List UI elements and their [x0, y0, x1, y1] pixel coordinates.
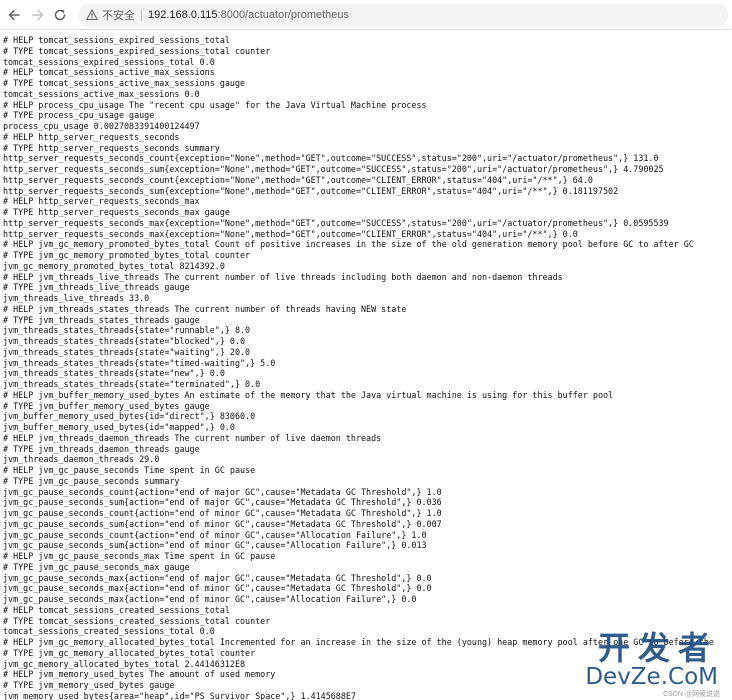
metric-line: # TYPE jvm_threads_daemon_threads gauge [3, 443, 200, 454]
metric-line: jvm_gc_pause_seconds_count{action="end o… [3, 486, 442, 497]
metric-line: # HELP tomcat_sessions_created_sessions_… [3, 604, 230, 615]
metric-line: jvm_gc_pause_seconds_max{action="end of … [3, 594, 417, 604]
metric-line: # TYPE tomcat_sessions_created_sessions_… [3, 615, 271, 626]
metric-line: # HELP http_server_requests_seconds_max [3, 196, 200, 207]
metric-line: # HELP process_cpu_usage The "recent cpu… [3, 99, 427, 110]
metric-line: jvm_threads_states_threads{state="blocke… [3, 336, 246, 346]
metric-line: jvm_threads_states_threads{state="waitin… [3, 346, 251, 357]
metric-line: # TYPE jvm_memory_used_bytes gauge [3, 680, 175, 690]
forward-button[interactable] [28, 5, 48, 25]
metric-line: # TYPE jvm_gc_memory_allocated_bytes_tot… [3, 647, 256, 658]
omnibox-separator [141, 9, 142, 21]
metric-line: # TYPE process_cpu_usage gauge [3, 110, 155, 121]
metric-line: # HELP jvm_gc_pause_seconds Time spent i… [3, 465, 256, 475]
page-content: # HELP tomcat_sessions_expired_sessions_… [0, 35, 732, 700]
metric-line: jvm_gc_pause_seconds_sum{action="end of … [3, 518, 442, 529]
metric-line: http_server_requests_seconds_sum{excepti… [3, 164, 664, 174]
metric-line: # HELP tomcat_sessions_active_max_sessio… [3, 67, 215, 78]
arrow-left-icon [8, 9, 20, 21]
metric-line: jvm_gc_pause_seconds_count{action="end o… [3, 529, 427, 540]
metric-line: # HELP jvm_gc_memory_promoted_bytes_tota… [3, 239, 694, 250]
metric-line: jvm_gc_pause_seconds_sum{action="end of … [3, 540, 427, 551]
metric-line: # HELP jvm_gc_pause_seconds_max Time spe… [3, 551, 276, 561]
metric-line: jvm_memory_used_bytes{area="heap",id="PS… [3, 690, 356, 700]
reload-button[interactable] [50, 5, 70, 25]
back-button[interactable] [4, 5, 24, 25]
metric-line: # TYPE jvm_buffer_memory_used_bytes gaug… [3, 400, 210, 411]
reload-icon [54, 9, 66, 21]
metric-line: jvm_threads_states_threads{state="new",}… [3, 368, 225, 379]
metric-line: http_server_requests_seconds_max{excepti… [3, 228, 578, 239]
metric-line: jvm_gc_memory_allocated_bytes_total 2.44… [3, 658, 246, 669]
metric-line: # HELP jvm_memory_used_bytes The amount … [3, 669, 276, 680]
metric-line: # HELP jvm_gc_memory_allocated_bytes_tot… [3, 637, 714, 647]
metric-line: # HELP jvm_threads_states_threads The cu… [3, 303, 407, 314]
metric-line: # TYPE jvm_gc_pause_seconds_max gauge [3, 561, 190, 572]
metric-line: jvm_threads_states_threads{state="runnab… [3, 325, 251, 336]
metric-line: jvm_gc_pause_seconds_max{action="end of … [3, 572, 432, 583]
metric-line: # TYPE jvm_gc_memory_promoted_bytes_tota… [3, 250, 251, 260]
url-host: 192.168.0.115 [148, 9, 218, 21]
metric-line: tomcat_sessions_created_sessions_total 0… [3, 626, 215, 637]
metric-line: # TYPE http_server_requests_seconds_max … [3, 207, 230, 217]
metric-line: jvm_threads_live_threads 33.0 [3, 293, 150, 303]
metric-line: # TYPE http_server_requests_seconds summ… [3, 142, 220, 153]
metric-line: jvm_gc_memory_promoted_bytes_total 82143… [3, 260, 225, 271]
metric-line: http_server_requests_seconds_sum{excepti… [3, 185, 619, 196]
security-status-label[interactable]: 不安全 [102, 7, 135, 23]
metric-line: jvm_threads_states_threads{state="termin… [3, 379, 261, 389]
metric-line: # TYPE jvm_gc_pause_seconds summary [3, 475, 180, 486]
metric-line: # HELP http_server_requests_seconds [3, 131, 180, 142]
metric-line: # TYPE jvm_threads_states_threads gauge [3, 314, 200, 325]
browser-toolbar: 不安全 192.168.0.115:8000/actuator/promethe… [0, 0, 732, 30]
metric-line: jvm_buffer_memory_used_bytes{id="mapped"… [3, 422, 235, 432]
metric-line: http_server_requests_seconds_max{excepti… [3, 217, 669, 228]
metric-line: tomcat_sessions_expired_sessions_total 0… [3, 56, 215, 67]
arrow-right-icon [32, 9, 44, 21]
not-secure-warning-icon [86, 9, 98, 21]
metric-line: # TYPE jvm_threads_live_threads gauge [3, 282, 190, 293]
metric-line: jvm_threads_daemon_threads 29.0 [3, 454, 160, 465]
address-bar[interactable]: 不安全 192.168.0.115:8000/actuator/promethe… [78, 3, 728, 27]
metric-line: jvm_gc_pause_seconds_max{action="end of … [3, 583, 432, 594]
metric-line: jvm_buffer_memory_used_bytes{id="direct"… [3, 411, 256, 422]
url-path: :8000/actuator/prometheus [217, 9, 350, 21]
metric-line: # HELP tomcat_sessions_expired_sessions_… [3, 35, 230, 45]
metric-line: http_server_requests_seconds_count{excep… [3, 174, 593, 185]
metric-line: # TYPE tomcat_sessions_expired_sessions_… [3, 45, 271, 56]
metric-line: http_server_requests_seconds_count{excep… [3, 153, 659, 164]
metric-line: tomcat_sessions_active_max_sessions 0.0 [3, 88, 200, 99]
metrics-text: # HELP tomcat_sessions_expired_sessions_… [0, 35, 732, 700]
metric-line: jvm_gc_pause_seconds_count{action="end o… [3, 508, 442, 518]
metric-line: # TYPE tomcat_sessions_active_max_sessio… [3, 78, 246, 88]
metric-line: jvm_threads_states_threads{state="timed-… [3, 357, 276, 368]
metric-line: # HELP jvm_threads_daemon_threads The cu… [3, 432, 382, 443]
metric-line: # HELP jvm_buffer_memory_used_bytes An e… [3, 389, 614, 400]
metric-line: process_cpu_usage 0.0027083391400124497 [3, 121, 200, 131]
metric-line: jvm_gc_pause_seconds_sum{action="end of … [3, 497, 442, 508]
metric-line: # HELP jvm_threads_live_threads The curr… [3, 271, 563, 282]
